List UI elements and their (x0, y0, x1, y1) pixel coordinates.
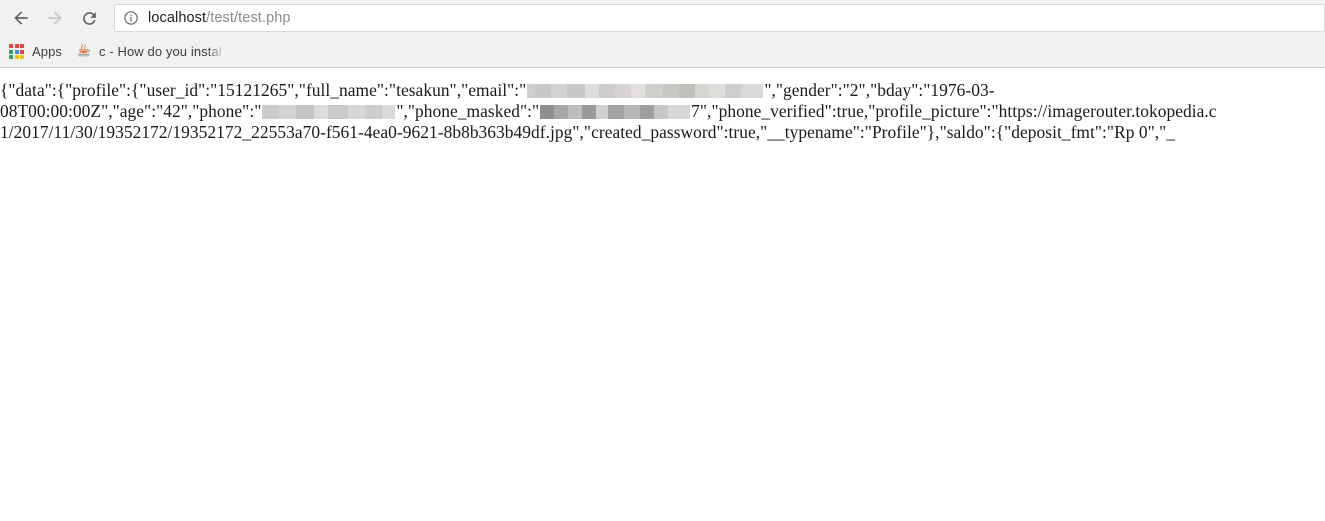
info-circle-icon[interactable] (123, 10, 139, 26)
browser-chrome: localhost/test/test.php Apps c - How do … (0, 0, 1325, 68)
json-text-run: 7","phone_verified":true,"profile_pictur… (691, 101, 1217, 121)
json-text-run: 1/2017/11/30/19352172/19352172_22553a70-… (0, 122, 1176, 142)
url-text: localhost/test/test.php (148, 10, 291, 26)
java-cup-icon (78, 44, 91, 57)
json-text-run: 08T00:00:00Z","age":"42","phone":" (0, 101, 262, 121)
json-dump-line: 1/2017/11/30/19352172/19352172_22553a70-… (0, 122, 1325, 143)
address-bar[interactable]: localhost/test/test.php (114, 4, 1325, 32)
apps-grid-icon (9, 44, 24, 59)
arrow-left-icon (14, 11, 28, 25)
page-viewport: {"data":{"profile":{"user_id":"15121265"… (0, 68, 1325, 521)
json-dump-line: 08T00:00:00Z","age":"42","phone":" ","pho… (0, 101, 1325, 122)
json-text-run: ","phone_masked":" (396, 101, 540, 121)
url-host: localhost (148, 10, 207, 26)
json-dump-line: {"data":{"profile":{"user_id":"15121265"… (0, 80, 1325, 101)
redacted-phone (262, 105, 396, 119)
bookmark-item-java[interactable]: c - How do you instal (69, 39, 229, 64)
back-button[interactable] (6, 3, 36, 33)
bookmarks-bar: Apps c - How do you instal (0, 36, 1325, 67)
bookmark-item-java-label: c - How do you instal (99, 44, 222, 59)
navigation-toolbar: localhost/test/test.php (0, 0, 1325, 36)
redacted-email (527, 84, 764, 98)
bookmark-apps[interactable]: Apps (2, 40, 69, 64)
reload-button[interactable] (74, 3, 104, 33)
reload-icon (82, 11, 96, 25)
forward-button[interactable] (40, 3, 70, 33)
bookmark-apps-label: Apps (32, 44, 63, 59)
json-text-run: ","gender":"2","bday":"1976-03- (764, 80, 995, 100)
json-text-run: {"data":{"profile":{"user_id":"15121265"… (0, 80, 527, 100)
redacted-phone-masked (540, 105, 691, 119)
json-response-dump: {"data":{"profile":{"user_id":"15121265"… (0, 68, 1325, 143)
arrow-right-icon (48, 11, 62, 25)
url-path: /test/test.php (206, 10, 291, 26)
